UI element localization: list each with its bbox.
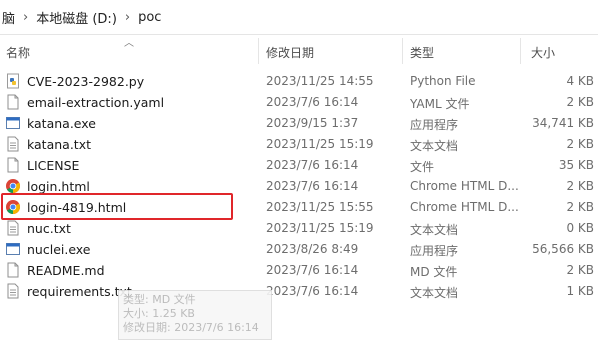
file-date: 2023/11/25 14:55	[266, 74, 374, 88]
breadcrumb-separator[interactable]: ›	[119, 10, 136, 25]
file-row[interactable]: README.md 2023/7/6 16:14 MD 文件 2 KB	[0, 260, 598, 281]
file-size: 2 KB	[566, 179, 594, 193]
file-size: 4 KB	[566, 74, 594, 88]
sort-arrow-icon: ︿	[124, 38, 134, 49]
file-name: katana.txt	[27, 137, 91, 152]
file-row[interactable]: katana.txt 2023/11/25 15:19 文本文档 2 KB	[0, 134, 598, 155]
file-row[interactable]: LICENSE 2023/7/6 16:14 文件 35 KB	[0, 155, 598, 176]
file-type: 文本文档	[410, 139, 459, 153]
file-type: 文本文档	[410, 223, 459, 237]
file-date: 2023/11/25 15:19	[266, 221, 374, 235]
file-date: 2023/11/25 15:55	[266, 200, 374, 214]
file-size: 2 KB	[566, 263, 594, 277]
column-header-name[interactable]: 名称	[6, 44, 30, 61]
file-name: nuc.txt	[27, 221, 71, 236]
column-header-date[interactable]: 修改日期	[266, 44, 314, 61]
file-name: LICENSE	[27, 158, 80, 173]
file-type: 应用程序	[410, 118, 459, 132]
file-row[interactable]: nuclei.exe 2023/8/26 8:49 应用程序 56,566 KB	[0, 239, 598, 260]
file-name: nuclei.exe	[27, 242, 91, 257]
file-size: 2 KB	[566, 137, 594, 151]
file-size: 34,741 KB	[532, 116, 594, 130]
document-icon	[5, 262, 21, 278]
tooltip-date: 修改日期: 2023/7/6 16:14	[123, 321, 259, 334]
exe-icon	[5, 241, 21, 257]
file-type: YAML 文件	[410, 97, 470, 111]
file-type: Chrome HTML D...	[410, 179, 519, 193]
file-row[interactable]: requirements.txt 2023/7/6 16:14 文本文档 1 KB	[0, 281, 598, 302]
file-name: katana.exe	[27, 116, 96, 131]
file-name: login.html	[27, 179, 90, 194]
file-row[interactable]: CVE-2023-2982.py 2023/11/25 14:55 Python F…	[0, 71, 598, 92]
file-date: 2023/7/6 16:14	[266, 179, 359, 193]
file-type: Chrome HTML D...	[410, 200, 519, 214]
text-file-icon	[5, 220, 21, 236]
file-type: Python File	[410, 74, 476, 88]
tooltip-size: 大小: 1.25 KB	[123, 307, 195, 320]
tooltip-type: 类型: MD 文件	[123, 293, 196, 306]
file-row[interactable]: nuc.txt 2023/11/25 15:19 文本文档 0 KB	[0, 218, 598, 239]
python-file-icon	[5, 73, 21, 89]
highlight-annotation	[1, 193, 233, 220]
file-type: MD 文件	[410, 265, 458, 279]
file-name: CVE-2023-2982.py	[27, 74, 145, 89]
file-tooltip: 类型: MD 文件 大小: 1.25 KB 修改日期: 2023/7/6 16:…	[118, 290, 272, 340]
file-name: README.md	[27, 263, 105, 278]
file-size: 56,566 KB	[532, 242, 594, 256]
file-name: email-extraction.yaml	[27, 95, 165, 110]
breadcrumb-item[interactable]: 本地磁盘 (D:)	[34, 8, 119, 27]
file-date: 2023/7/6 16:14	[266, 263, 359, 277]
file-date: 2023/11/25 15:19	[266, 137, 374, 151]
file-size: 2 KB	[566, 200, 594, 214]
column-header-size[interactable]: 大小	[531, 44, 555, 61]
column-divider[interactable]	[520, 38, 521, 64]
column-divider[interactable]	[258, 38, 259, 64]
breadcrumb-item[interactable]: poc	[136, 10, 163, 25]
exe-icon	[5, 115, 21, 131]
text-file-icon	[5, 136, 21, 152]
column-divider[interactable]	[402, 38, 403, 64]
chrome-icon	[5, 178, 21, 194]
document-icon	[5, 94, 21, 110]
file-size: 0 KB	[566, 221, 594, 235]
file-date: 2023/9/15 1:37	[266, 116, 359, 130]
breadcrumb-item[interactable]: 脑	[0, 8, 17, 27]
file-row[interactable]: email-extraction.yaml 2023/7/6 16:14 YAML …	[0, 92, 598, 113]
document-icon	[5, 157, 21, 173]
file-type: 应用程序	[410, 244, 459, 258]
column-header-row: ︿ 名称 修改日期 类型 大小	[0, 38, 598, 64]
file-date: 2023/7/6 16:14	[266, 95, 359, 109]
file-type: 文件	[410, 160, 435, 174]
breadcrumb-separator[interactable]: ›	[17, 10, 34, 25]
file-date: 2023/7/6 16:14	[266, 158, 359, 172]
file-size: 35 KB	[558, 158, 594, 172]
column-header-type[interactable]: 类型	[410, 44, 434, 61]
file-size: 2 KB	[566, 95, 594, 109]
file-type: 文本文档	[410, 286, 459, 300]
file-size: 1 KB	[566, 284, 594, 298]
file-row[interactable]: katana.exe 2023/9/15 1:37 应用程序 34,741 KB	[0, 113, 598, 134]
file-date: 2023/8/26 8:49	[266, 242, 359, 256]
address-bar[interactable]: 脑 › 本地磁盘 (D:) › poc	[0, 0, 598, 35]
file-date: 2023/7/6 16:14	[266, 284, 359, 298]
text-file-icon	[5, 283, 21, 299]
file-name: requirements.txt	[27, 284, 132, 299]
